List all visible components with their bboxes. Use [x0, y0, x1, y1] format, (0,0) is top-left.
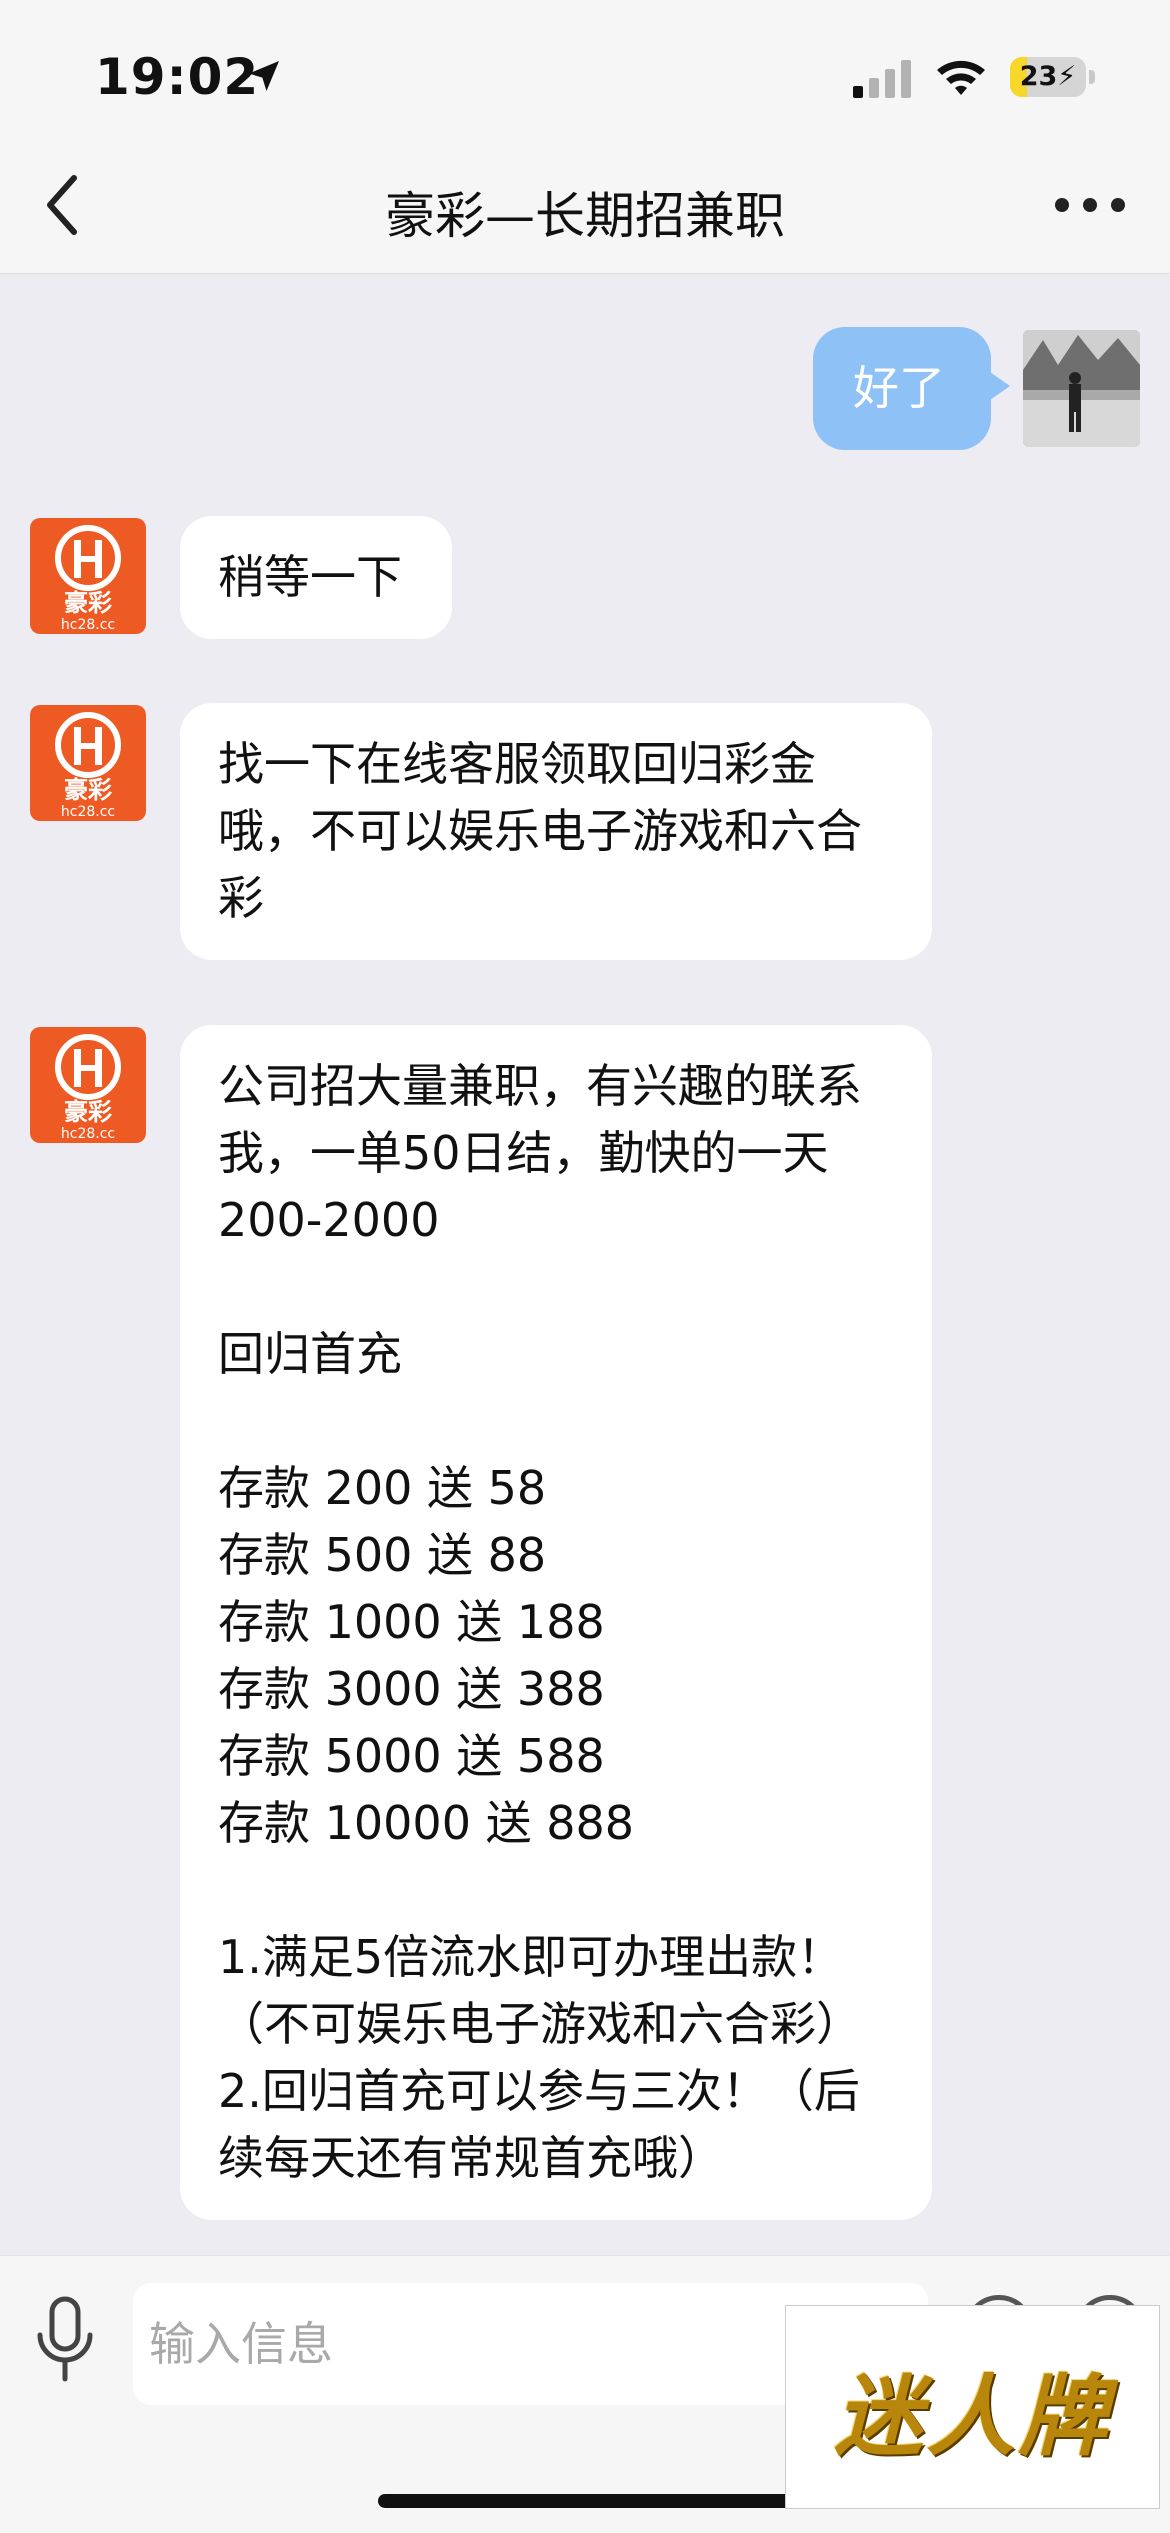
- logo-domain: hc28.cc: [61, 1126, 115, 1142]
- sender-avatar[interactable]: 豪彩 hc28.cc: [30, 518, 146, 634]
- message-text: 好了: [853, 361, 945, 415]
- haocai-logo-icon: 豪彩 hc28.cc: [55, 712, 121, 820]
- logo-domain: hc28.cc: [61, 617, 115, 633]
- message-text: 稍等一下: [218, 550, 402, 604]
- message-text: 公司招大量兼职，有兴趣的联系 我，一单50日结，勤快的一天 200-2000 回…: [218, 1059, 862, 2185]
- haocai-logo-icon: 豪彩 hc28.cc: [55, 525, 121, 633]
- battery-tip: [1089, 70, 1095, 84]
- page-title: 豪彩—长期招兼职: [385, 187, 785, 245]
- received-message-bubble[interactable]: 稍等一下: [180, 516, 452, 639]
- received-message-bubble[interactable]: 找一下在线客服领取回归彩金 哦，不可以娱乐电子游戏和六合 彩: [180, 703, 932, 960]
- watermark-text: 迷人牌: [834, 2365, 1111, 2468]
- sent-message-bubble[interactable]: 好了: [813, 327, 991, 450]
- message-text: 找一下在线客服领取回归彩金 哦，不可以娱乐电子游戏和六合 彩: [218, 737, 862, 925]
- top-bar: 19:02 23⚡ 豪彩—长期招兼职: [0, 0, 1170, 274]
- battery-indicator: 23⚡: [1010, 57, 1086, 97]
- logo-char: 豪彩: [64, 1098, 112, 1126]
- home-indicator: [378, 2494, 793, 2508]
- sender-avatar[interactable]: 豪彩 hc28.cc: [30, 1027, 146, 1143]
- location-arrow-icon: [249, 61, 279, 91]
- logo-char: 豪彩: [64, 776, 112, 804]
- user-photo-image: [1023, 330, 1140, 447]
- bubble-tail: [990, 372, 1010, 400]
- user-avatar[interactable]: [1023, 330, 1140, 447]
- more-dots-icon[interactable]: [1050, 190, 1130, 220]
- received-message-bubble[interactable]: 公司招大量兼职，有兴趣的联系 我，一单50日结，勤快的一天 200-2000 回…: [180, 1025, 932, 2220]
- battery-percent: 23: [1019, 61, 1058, 92]
- wifi-icon: [937, 60, 985, 95]
- charging-bolt-icon: ⚡: [1057, 61, 1077, 92]
- logo-char: 豪彩: [64, 589, 112, 617]
- haocai-logo-icon: 豪彩 hc28.cc: [55, 1034, 121, 1142]
- microphone-icon[interactable]: [30, 2295, 100, 2385]
- sender-avatar[interactable]: 豪彩 hc28.cc: [30, 705, 146, 821]
- signal-icon: [853, 60, 911, 98]
- logo-domain: hc28.cc: [61, 804, 115, 820]
- watermark-logo: 迷人牌: [785, 2305, 1160, 2509]
- status-time: 19:02: [95, 48, 260, 106]
